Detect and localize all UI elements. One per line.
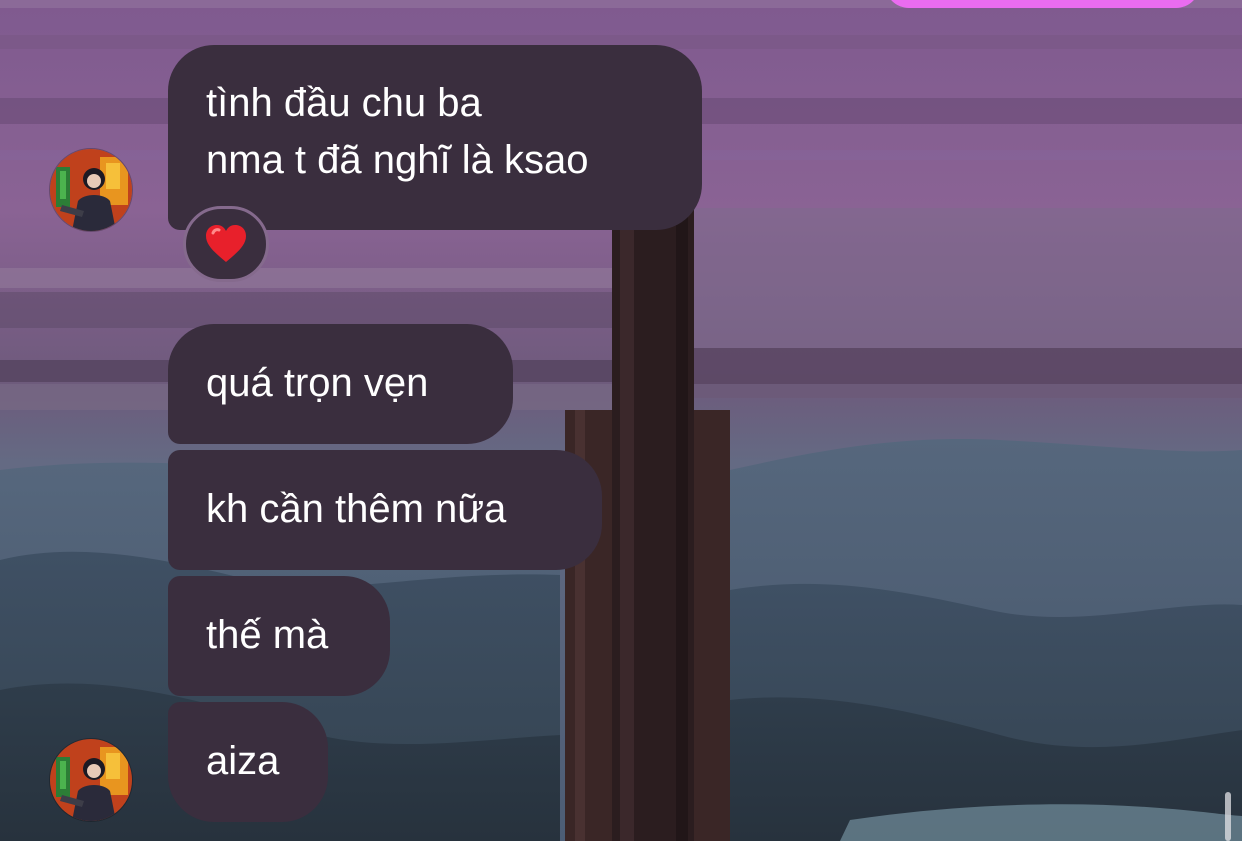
sent-message-bubble[interactable] bbox=[885, 0, 1200, 8]
message-bubble[interactable]: quá trọn vẹn bbox=[168, 324, 513, 444]
message-text: kh cần thêm nữa bbox=[206, 487, 507, 531]
message-text: thế mà bbox=[206, 613, 329, 657]
message-reaction[interactable] bbox=[183, 206, 269, 282]
message-text: quá trọn vẹn bbox=[206, 361, 429, 405]
avatar[interactable] bbox=[49, 738, 133, 822]
message-text: aiza bbox=[206, 739, 280, 783]
message-text: tình đầu chu ba bbox=[206, 81, 482, 125]
message-bubble[interactable]: kh cần thêm nữa bbox=[168, 450, 602, 570]
heart-icon bbox=[206, 225, 246, 262]
message-text: nma t đã nghĩ là ksao bbox=[206, 138, 589, 182]
avatar-image bbox=[50, 739, 132, 821]
avatar-image bbox=[50, 149, 132, 231]
message-bubble[interactable]: tình đầu chu ba nma t đã nghĩ là ksao bbox=[168, 45, 702, 230]
scrollbar[interactable] bbox=[1225, 792, 1231, 841]
message-bubble[interactable]: aiza bbox=[168, 702, 328, 822]
message-bubble[interactable]: thế mà bbox=[168, 576, 390, 696]
avatar[interactable] bbox=[49, 148, 133, 232]
